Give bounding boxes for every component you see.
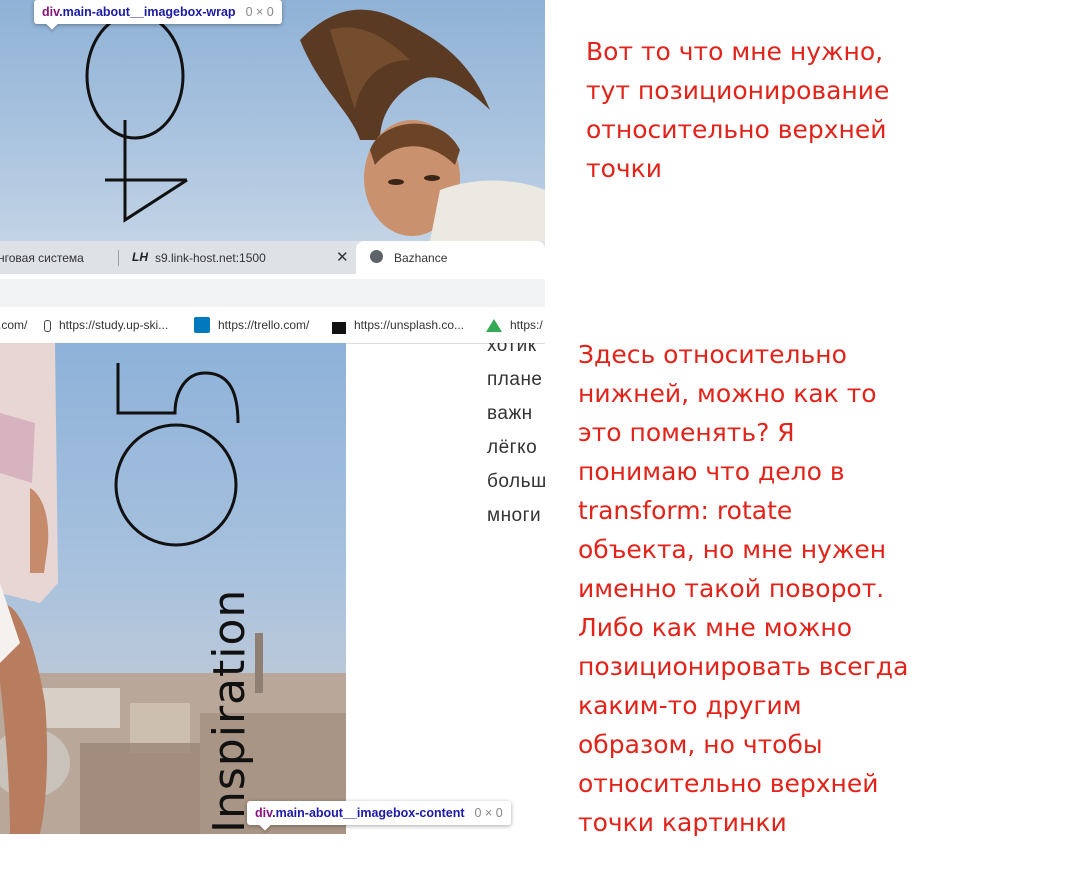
annotation-line: Либо как мне можно [578, 613, 853, 642]
annotation-line: объекта, но мне нужен [578, 535, 887, 564]
annotation-line: относительно верхней [586, 115, 887, 144]
bottom-about-image: Inspiration [0, 343, 346, 834]
tooltip-tag: div [42, 5, 60, 19]
annotation-line: это поменять? Я [578, 418, 795, 447]
browser-tab-strip: нговая система LH s9.link-host.net:1500 … [0, 241, 545, 274]
annotation-line: понимаю что дело в [578, 457, 845, 486]
annotation-top: Вот то что мне нужно, тут позиционирован… [586, 32, 889, 188]
annotation-line: позиционировать всегда [578, 652, 909, 681]
text-line: важн [487, 403, 533, 424]
tab-3[interactable]: Bazhance [356, 241, 545, 274]
text-line: лёгко [487, 437, 538, 458]
text-line: плане [487, 369, 543, 390]
annotation-bottom: Здесь относительно нижней, можно как то … [578, 335, 908, 842]
annotation-line: Здесь относительно [578, 340, 847, 369]
devtools-tooltip-top: div.main-about__imagebox-wrap 0 × 0 [34, 0, 282, 24]
tab-label: s9.link-host.net:1500 [155, 251, 266, 265]
bookmarks-bar: .com/ https://study.up-ski... https://tr… [0, 307, 545, 344]
tooltip-class: .main-about__imagebox-wrap [59, 5, 236, 19]
tooltip-class: .main-about__imagebox-content [272, 806, 465, 820]
bookmark-label: https://study.up-ski... [59, 318, 169, 332]
annotation-line: нижней, можно как то [578, 379, 877, 408]
bookmark-label: https:/ [510, 318, 543, 332]
annotation-line: transform: rotate [578, 496, 793, 525]
text-line: больш [487, 471, 545, 492]
top-about-image [0, 0, 545, 241]
globe-icon [370, 250, 383, 263]
annotation-line: каким-то другим [578, 691, 802, 720]
address-field[interactable] [0, 279, 545, 307]
annotation-line: именно такой поворот. [578, 574, 885, 603]
close-icon[interactable]: ✕ [336, 248, 349, 266]
tooltip-size: 0 × 0 [474, 806, 503, 820]
inspiration-vertical-label: Inspiration [204, 588, 255, 833]
annotation-line: точки [586, 154, 662, 183]
tab-1[interactable]: нговая система [0, 241, 115, 274]
bookmark-item[interactable]: https:/ [486, 318, 543, 333]
bookmark-item[interactable]: https://trello.com/ [194, 317, 310, 334]
tab-label: Bazhance [394, 251, 448, 265]
lh-logo-icon: LH [132, 250, 148, 264]
tab-label: нговая система [0, 251, 84, 265]
bookmark-item[interactable]: https://unsplash.co... [332, 318, 464, 334]
pin-icon [44, 319, 51, 332]
bookmark-label: https://trello.com/ [218, 318, 310, 333]
devtools-tooltip-bottom: div.main-about__imagebox-content 0 × 0 [247, 801, 511, 825]
tooltip-size: 0 × 0 [245, 5, 274, 19]
annotation-line: относительно верхней [578, 769, 879, 798]
bookmark-label: .com/ [0, 318, 28, 332]
trello-icon [194, 317, 210, 333]
unsplash-icon [332, 318, 346, 334]
annotation-line: тут позиционирование [586, 76, 890, 105]
annotation-line: точки картинки [578, 808, 787, 837]
address-bar [0, 274, 545, 307]
tooltip-tag: div [255, 806, 273, 820]
about-text-fragment: хотик плане важн лёгко больш многи [487, 343, 545, 533]
tab-2[interactable]: LH s9.link-host.net:1500 ✕ [120, 241, 356, 274]
text-line: многи [487, 505, 542, 526]
annotation-line: образом, но чтобы [578, 730, 823, 759]
drive-icon [486, 319, 502, 333]
bookmark-item[interactable]: .com/ [0, 318, 27, 332]
text-line: хотик [487, 343, 537, 356]
bookmark-label: https://unsplash.co... [354, 318, 465, 333]
annotation-line: Вот то что мне нужно, [586, 37, 884, 66]
bookmark-item[interactable]: https://study.up-ski... [44, 318, 168, 332]
